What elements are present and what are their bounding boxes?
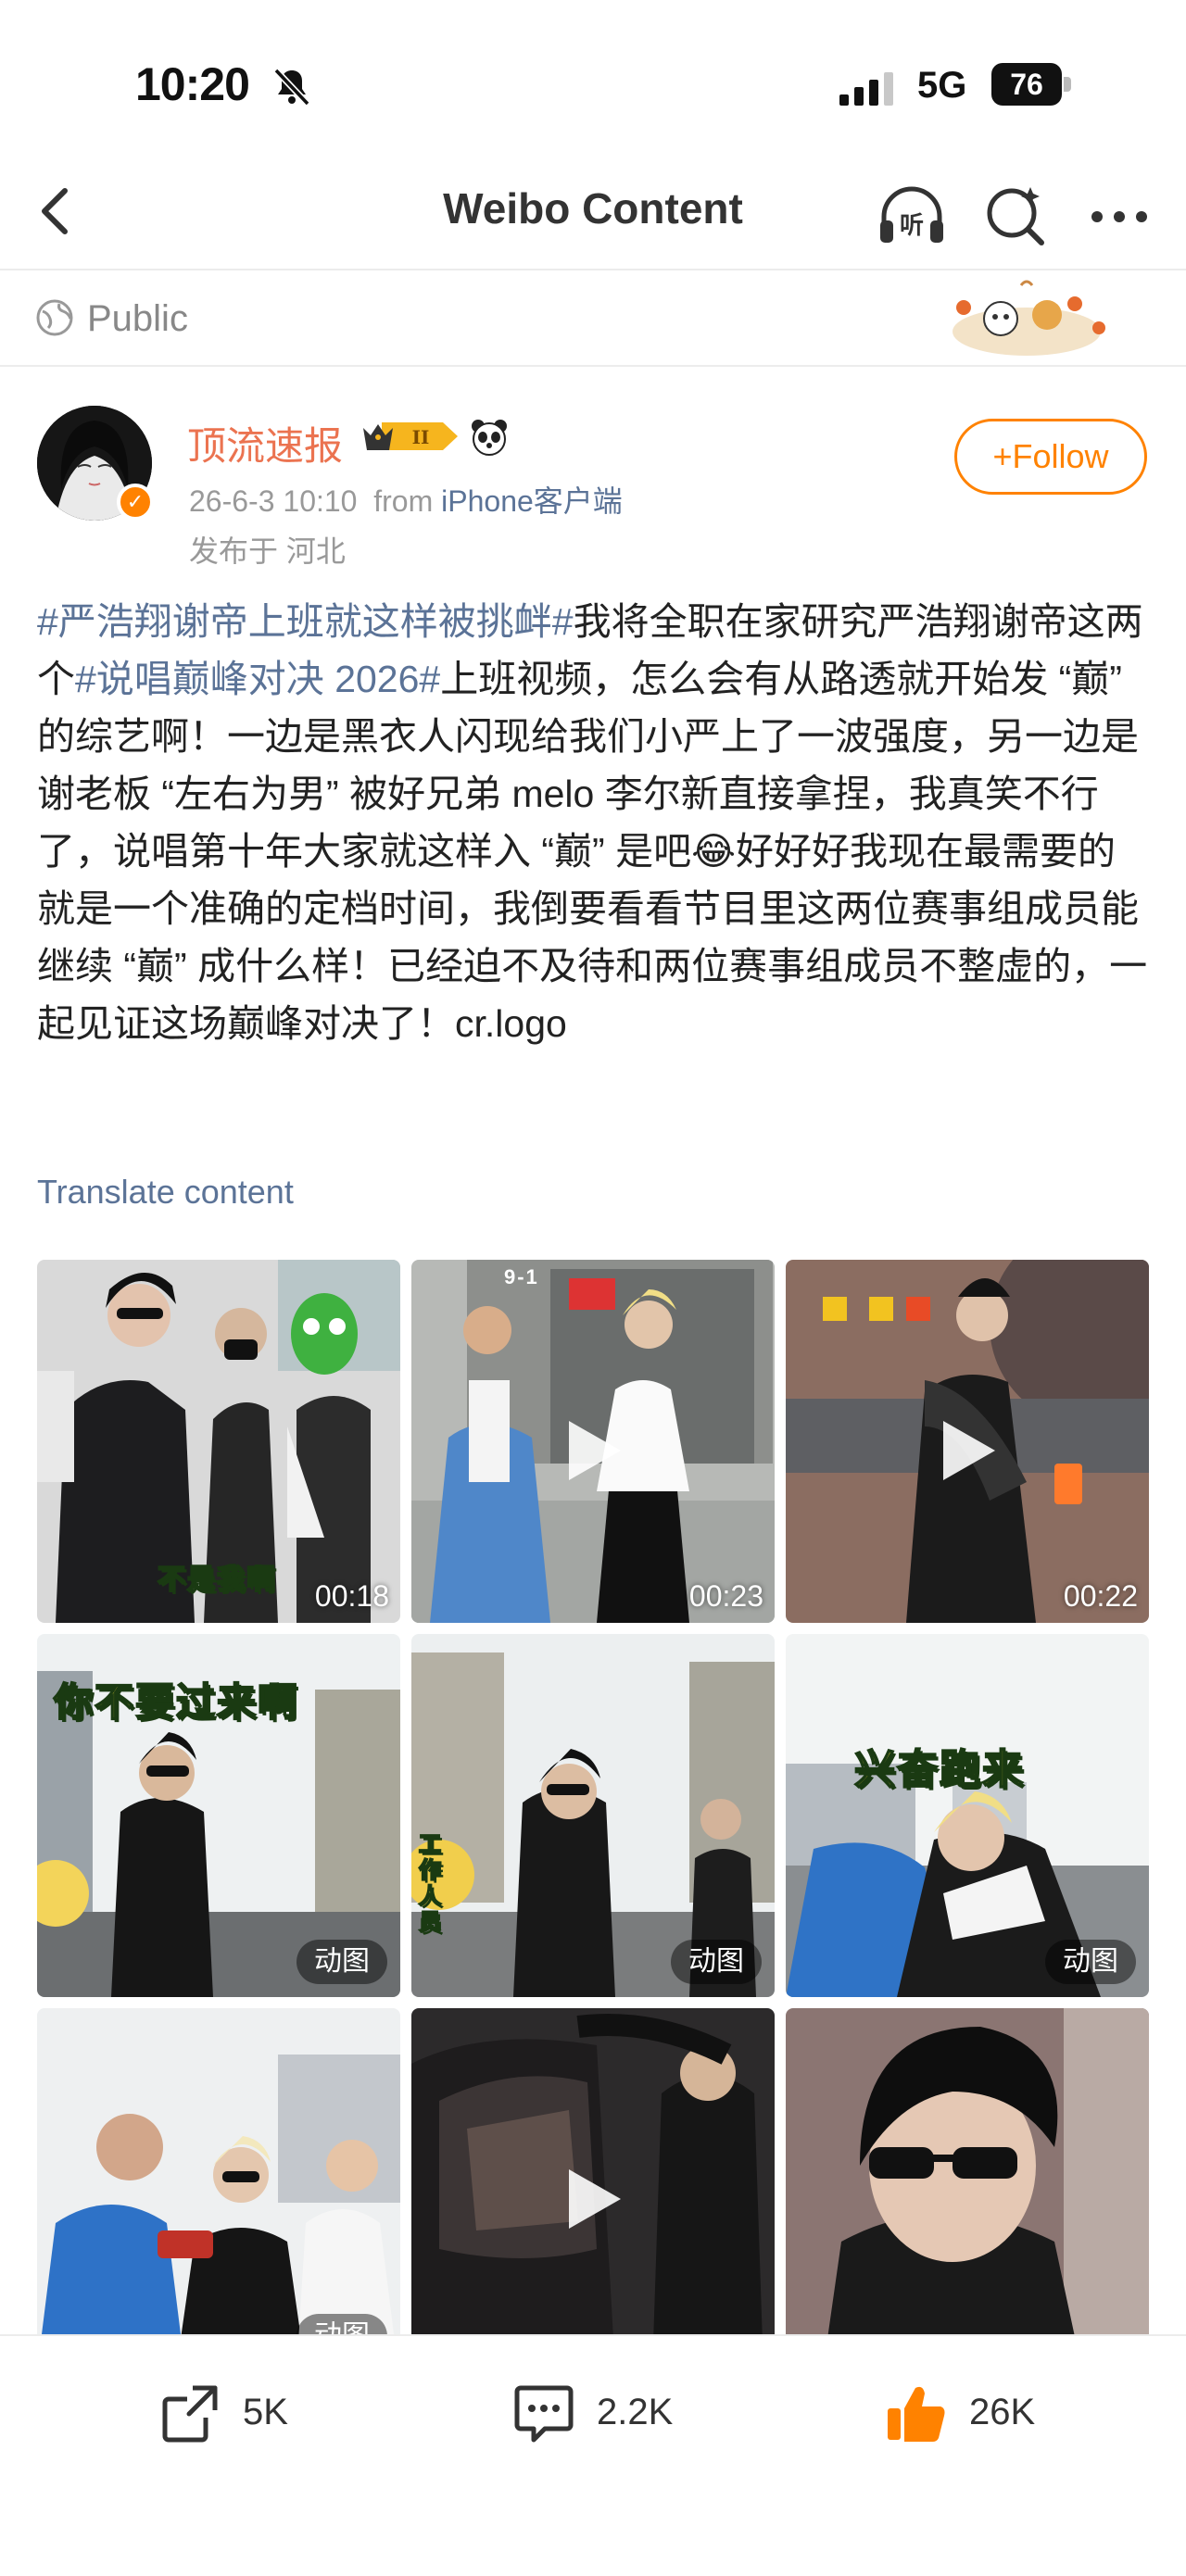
- post-location: 发布于 河北: [189, 534, 346, 568]
- media-tile[interactable]: 你不要过来啊 动图: [37, 1634, 400, 1997]
- like-button[interactable]: 26K: [884, 2381, 1088, 2445]
- media-tile[interactable]: 工作人员 动图: [411, 1634, 775, 1997]
- post-timestamp: 26-6-3 10:10: [189, 484, 358, 518]
- search-icon[interactable]: [978, 178, 1053, 252]
- gif-badge: 动图: [296, 1940, 387, 1984]
- laughing-emoji-icon: 😂: [691, 830, 737, 873]
- play-icon: [943, 1421, 995, 1480]
- follow-button[interactable]: +Follow: [954, 419, 1147, 495]
- festive-decoration-icon: [953, 280, 1105, 356]
- level-badge-text: II: [412, 426, 430, 448]
- comment-count: 2.2K: [597, 2392, 674, 2432]
- battery-cap: [1064, 77, 1071, 92]
- globe-icon: [36, 299, 73, 336]
- share-count: 5K: [243, 2392, 288, 2432]
- bell-muted-icon: [273, 68, 310, 107]
- battery-icon: 76: [991, 63, 1071, 106]
- author-name[interactable]: 顶流速报: [187, 415, 343, 471]
- gif-badge: 动图: [1045, 1940, 1136, 1984]
- media-tile[interactable]: 9-1 00:23: [411, 1260, 775, 1623]
- level-crown-badge-icon: II: [363, 422, 458, 450]
- gif-caption: 工作人员: [418, 1831, 443, 1936]
- video-caption: 不是我啊: [157, 1564, 276, 1596]
- media-tile[interactable]: [411, 2008, 775, 2334]
- play-icon: [569, 2169, 621, 2229]
- gif-thumbnail: [37, 2008, 400, 2334]
- panda-icon: [472, 420, 507, 456]
- translate-link[interactable]: Translate content: [37, 1173, 294, 1212]
- video-duration: 00:22: [1063, 1579, 1138, 1613]
- like-count: 26K: [969, 2392, 1036, 2432]
- media-tile[interactable]: [786, 2008, 1149, 2334]
- status-time: 10:20: [135, 58, 250, 110]
- verified-badge-icon: ✓: [117, 484, 154, 521]
- nav-bar: Weibo Content 听: [0, 157, 1186, 270]
- comment-icon: [514, 2385, 574, 2443]
- share-icon: [162, 2385, 218, 2443]
- media-tile[interactable]: 00:22: [786, 1260, 1149, 1623]
- visibility-label: Public: [87, 298, 188, 339]
- media-tile[interactable]: 兴奋跑来 动图: [786, 1634, 1149, 1997]
- gif-badge: 动图: [671, 1940, 762, 1984]
- play-icon: [569, 1421, 621, 1480]
- battery-level: 76: [991, 63, 1062, 106]
- image-thumbnail: [786, 2008, 1149, 2334]
- comment-button[interactable]: 2.2K: [511, 2381, 715, 2445]
- media-grid: 不是我啊 00:18 9-1 00:23 00:22 你不要过来啊 动图 工作人…: [37, 1260, 1151, 2334]
- share-button[interactable]: 5K: [158, 2381, 343, 2445]
- gif-badge: 动图: [296, 2314, 387, 2334]
- action-bar: 5K 2.2K 26K: [0, 2334, 1186, 2482]
- video-caption: 9-1: [504, 1265, 539, 1288]
- from-label: from: [373, 484, 434, 518]
- headphones-listen-icon[interactable]: 听: [875, 178, 949, 252]
- media-tile[interactable]: 不是我啊 00:18: [37, 1260, 400, 1623]
- status-bar: 10:20 5G 76: [0, 0, 1186, 157]
- post-meta: 26-6-3 10:10 from iPhone客户端: [189, 478, 623, 521]
- network-type: 5G: [917, 65, 967, 106]
- thumbs-up-icon: [888, 2386, 945, 2442]
- signal-icon: [839, 72, 893, 106]
- video-duration: 00:18: [314, 1579, 389, 1613]
- post-source[interactable]: iPhone客户端: [441, 484, 623, 518]
- listen-label: 听: [900, 212, 924, 240]
- media-tile[interactable]: 动图: [37, 2008, 400, 2334]
- gif-caption: 你不要过来啊: [53, 1679, 299, 1725]
- more-icon[interactable]: [1082, 178, 1156, 252]
- visibility-row: Public: [0, 270, 1186, 367]
- post-body: #严浩翔谢帝上班就这样被挑衅#我将全职在家研究严浩翔谢帝这两个#说唱巅峰对决 2…: [37, 593, 1149, 1052]
- video-duration: 00:23: [688, 1579, 763, 1613]
- hashtag-link[interactable]: #严浩翔谢帝上班就这样被挑衅#: [37, 600, 574, 643]
- hashtag-link[interactable]: #说唱巅峰对决 2026#: [75, 658, 440, 700]
- gif-caption: 兴奋跑来: [853, 1746, 1025, 1793]
